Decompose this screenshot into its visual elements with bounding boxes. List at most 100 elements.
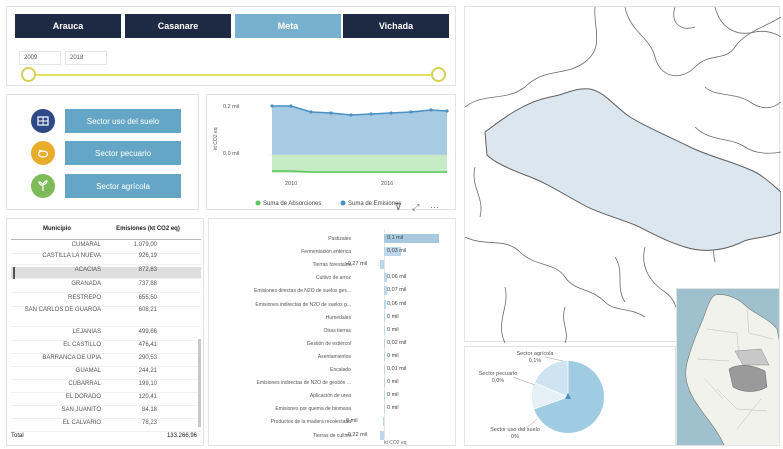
table-row[interactable]: SAN CARLOS DE GUAROA 608,21 (11, 307, 201, 327)
table-row[interactable]: BARRANCA DE UPIA 290,53 (11, 355, 201, 367)
cell-municipio: GRANADA (71, 281, 101, 287)
bar[interactable] (384, 351, 385, 361)
tab-meta[interactable]: Meta (235, 14, 341, 38)
emissions-point (409, 110, 413, 114)
bar-label: Aplicación de urea (309, 393, 351, 400)
bar-label: Tierras forestales (312, 262, 351, 269)
bar-value-label: 0 mil (387, 392, 399, 399)
cell-municipio: EL CASTILLO (63, 342, 101, 348)
bar-value-label: 0,1 mil (387, 235, 404, 241)
bar[interactable] (384, 312, 386, 322)
year-slider-track[interactable] (29, 74, 445, 76)
bar-label: Emisiones directas de N2O de suelos ges.… (254, 288, 351, 295)
pie-label-agricola: Sector agrícola 0,1% (516, 351, 554, 364)
meta-highlight (728, 365, 768, 392)
land-use-icon (31, 109, 55, 133)
sector-land-use-button[interactable]: Sector uso del suelo (65, 109, 181, 133)
bar-value-label: 0,03 mil (387, 248, 407, 255)
table-row[interactable]: LEJANIAS 499,66 (11, 329, 201, 341)
bar-value-label: 0 mil (387, 326, 399, 333)
col-emisiones[interactable]: Emisiones (kt CO2 eq) (105, 226, 191, 232)
year-slider-end-handle[interactable] (431, 67, 446, 82)
bar-value-label: 0,06 mil (387, 274, 407, 281)
cell-municipio: LEJANIAS (72, 329, 101, 335)
sector-agriculture-button[interactable]: Sector agrícola (65, 174, 181, 198)
tab-casanare[interactable]: Casanare (125, 14, 231, 38)
bar[interactable] (384, 338, 386, 348)
table-scrollbar[interactable] (198, 339, 201, 427)
bar[interactable] (384, 299, 387, 309)
bar[interactable] (383, 417, 384, 427)
sector-livestock-button[interactable]: Sector pecuario (65, 141, 181, 165)
cell-emisiones: 926,19 (138, 253, 157, 259)
filter-icon[interactable]: ⊽ (395, 202, 402, 212)
bar-axis-label: kt CO2 eq (384, 440, 407, 446)
year-to-input[interactable]: 2018 (65, 51, 107, 65)
table-row[interactable]: GRANADA 737,88 (11, 281, 201, 293)
table-row[interactable]: EL DORADO 120,41 (11, 394, 201, 406)
bar-label: Emisiones por quema de biomasa (275, 406, 351, 413)
livestock-icon (31, 141, 55, 165)
colombia-inset-map[interactable] (676, 288, 780, 446)
year-slider-start-handle[interactable] (21, 67, 36, 82)
bar[interactable] (384, 365, 385, 374)
emissions-point (429, 108, 433, 112)
cell-municipio: ACACIAS (74, 267, 101, 273)
bar[interactable] (384, 325, 386, 335)
tab-vichada[interactable]: Vichada (343, 14, 449, 38)
emissions-point (309, 110, 313, 114)
bar-value-label: 0 mil (387, 352, 399, 359)
bar-value-label: 0,01 mil (387, 366, 407, 372)
bar-value-label: 0,07 mil (387, 287, 407, 294)
table-row[interactable]: EL CALVARIO 78,23 (11, 420, 201, 432)
bar[interactable] (384, 404, 385, 414)
cell-emisiones: 1.079,00 (133, 242, 157, 248)
cell-municipio: CASTILLA LA NUEVA (42, 253, 101, 259)
bar-label: Encalado (330, 367, 351, 373)
bar-value-label: 0 mil (387, 379, 399, 386)
total-value: 133.266,96 (166, 433, 197, 439)
emissions-category-bar-chart: Pastizales 0,1 mil Fermentación entérica 0,… (208, 218, 456, 446)
table-row[interactable]: ACACIAS 872,83 (11, 267, 201, 279)
bar-label: Tierras de cultivo (313, 432, 351, 439)
cell-municipio: EL CALVARIO (62, 420, 101, 426)
xtick-2010: 2010 (285, 181, 297, 187)
cell-emisiones: 655,50 (138, 295, 157, 301)
table-row[interactable]: RESTREPO 655,50 (11, 295, 201, 307)
table-row[interactable]: SAN JUANITO 84,18 (11, 407, 201, 419)
bar-label: Pastizales (328, 236, 351, 242)
sector-pie-chart (532, 361, 604, 433)
more-options-icon[interactable]: ··· (430, 202, 439, 212)
col-municipio[interactable]: Municipio (11, 226, 103, 232)
bar-value-label: 0,02 mil (387, 339, 407, 346)
cell-municipio: CUMARAL (71, 242, 101, 248)
meta-department-shape[interactable] (484, 88, 781, 251)
table-row[interactable]: GUAMAL 244,21 (11, 368, 201, 380)
absorptions-area (272, 155, 447, 173)
year-from-input[interactable]: 2009 (19, 51, 61, 65)
table-row[interactable]: CUBARRAL 199,10 (11, 381, 201, 393)
focus-mode-icon[interactable]: ⤢ (412, 202, 419, 212)
tab-arauca[interactable]: Arauca (15, 14, 121, 38)
emissions-point (349, 113, 353, 117)
table-row[interactable]: EL CASTILLO 476,41 (11, 342, 201, 354)
line-chart-ylabel: kt CO2 eq (213, 127, 219, 150)
cell-emisiones: 199,10 (138, 381, 157, 387)
cell-emisiones: 290,53 (138, 355, 157, 361)
bar-label: Emisiones indirectas de N2O de gestión .… (256, 380, 352, 387)
bar-label: Productos de la madera recolectada (270, 419, 351, 426)
table-header: Municipio Emisiones (kt CO2 eq) (11, 226, 201, 240)
cell-municipio: EL DORADO (65, 394, 101, 400)
cell-emisiones: 120,41 (138, 394, 157, 400)
bar[interactable] (384, 391, 385, 401)
emissions-point (289, 104, 293, 108)
bar[interactable] (384, 378, 385, 388)
cell-emisiones: 476,41 (138, 342, 157, 348)
table-row[interactable]: CASTILLA LA NUEVA 926,19 (11, 253, 201, 265)
bar-label: Fermentación entérica (301, 249, 351, 256)
cell-municipio: SAN JUANITO (61, 407, 101, 413)
bar[interactable] (380, 430, 384, 440)
bar-label: Cultivo de arroz (315, 275, 351, 282)
bar[interactable] (379, 260, 384, 270)
legend-absorptions: Suma de Absorciones (263, 201, 321, 207)
